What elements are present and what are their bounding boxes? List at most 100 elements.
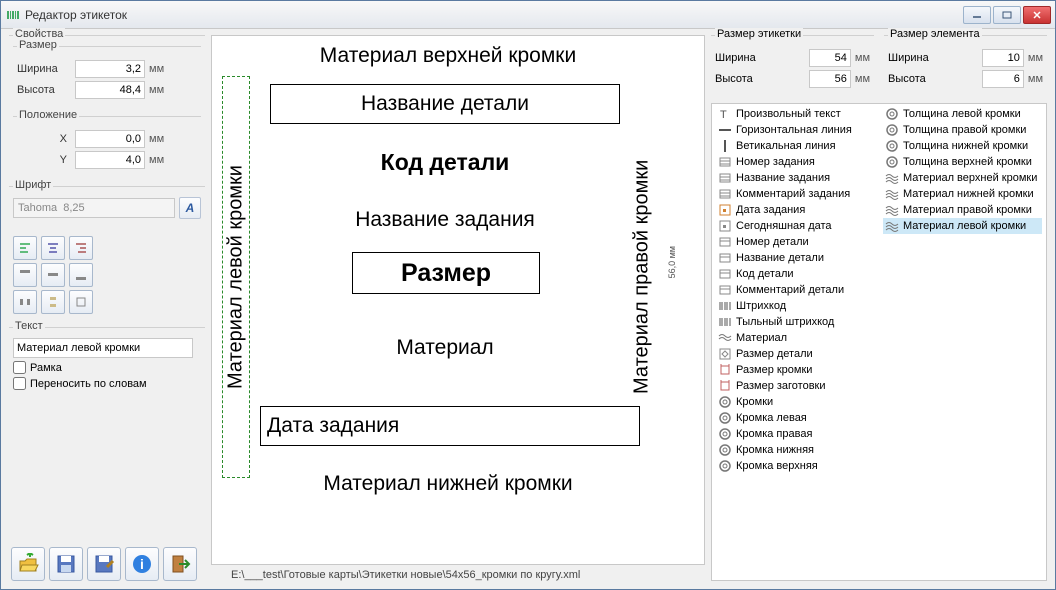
frame-label: Рамка — [30, 362, 62, 374]
palette-item[interactable]: Материал левой кромки — [883, 218, 1042, 234]
palette-item[interactable]: Размер заготовки — [716, 378, 875, 394]
palette-label: Тыльный штрихкод — [736, 316, 834, 328]
label-height-input[interactable] — [809, 70, 851, 88]
palette-item[interactable]: Сегодняшная дата — [716, 218, 875, 234]
palette-item[interactable]: Материал — [716, 330, 875, 346]
properties-panel: Свойства Размер Ширина мм Высота мм — [9, 35, 205, 581]
height-input[interactable] — [75, 81, 145, 99]
palette-item[interactable]: Материал правой кромки — [883, 202, 1042, 218]
left-edge-element[interactable]: Материал левой кромки — [222, 76, 250, 478]
ruler-label: 56,0 мм — [667, 246, 677, 278]
label-width-input[interactable] — [809, 49, 851, 67]
right-edge-element[interactable]: Материал правой кромки — [628, 76, 656, 478]
y-label: Y — [17, 154, 75, 166]
palette-item[interactable]: Кромка левая — [716, 410, 875, 426]
exit-button[interactable] — [163, 547, 197, 581]
align-right-button[interactable] — [69, 236, 93, 260]
valign-top-button[interactable] — [13, 263, 37, 287]
palette-item[interactable]: Материал верхней кромки — [883, 170, 1042, 186]
maximize-button[interactable] — [993, 6, 1021, 24]
palette-item[interactable]: Кромка правая — [716, 426, 875, 442]
palette-item[interactable]: Кромка нижняя — [716, 442, 875, 458]
close-button[interactable] — [1023, 6, 1051, 24]
valign-middle-button[interactable] — [41, 263, 65, 287]
x-input[interactable] — [75, 130, 145, 148]
job-date-element[interactable]: Дата задания — [260, 406, 640, 446]
main-window: Редактор этикеток Свойства Размер Ширина… — [0, 0, 1056, 590]
minimize-button[interactable] — [963, 6, 991, 24]
top-edge-element[interactable]: Материал верхней кромки — [248, 44, 648, 68]
palette-item[interactable]: Кромки — [716, 394, 875, 410]
palette-icon — [718, 427, 732, 441]
text-input[interactable] — [13, 338, 193, 358]
palette-item[interactable]: Название детали — [716, 250, 875, 266]
palette-item[interactable]: Номер детали — [716, 234, 875, 250]
palette-item[interactable]: Дата задания — [716, 202, 875, 218]
palette-item[interactable]: Ветикальная линия — [716, 138, 875, 154]
size-element[interactable]: Размер — [352, 252, 540, 294]
palette-item[interactable]: Толщина правой кромки — [883, 122, 1042, 138]
palette-item[interactable]: TПроизвольный текст — [716, 106, 875, 122]
save-as-button[interactable] — [87, 547, 121, 581]
save-button[interactable] — [49, 547, 83, 581]
job-name-element[interactable]: Название задания — [270, 208, 620, 232]
palette-item[interactable]: Комментарий задания — [716, 186, 875, 202]
window-title: Редактор этикеток — [25, 8, 963, 22]
part-code-element[interactable]: Код детали — [270, 149, 620, 176]
position-legend: Положение — [17, 109, 79, 121]
distribute-v-button[interactable] — [41, 290, 65, 314]
label-size-legend: Размер этикетки — [715, 28, 803, 40]
font-button[interactable]: A — [179, 197, 201, 219]
palette-item[interactable]: Толщина левой кромки — [883, 106, 1042, 122]
palette-label: Кромки — [736, 396, 773, 408]
open-button[interactable] — [11, 547, 45, 581]
info-button[interactable]: i — [125, 547, 159, 581]
palette-item[interactable]: Код детали — [716, 266, 875, 282]
palette-item[interactable]: Тыльный штрихкод — [716, 314, 875, 330]
palette-item[interactable]: Название задания — [716, 170, 875, 186]
palette-item[interactable]: Номер задания — [716, 154, 875, 170]
label-canvas[interactable]: Материал верхней кромки Название детали … — [211, 35, 705, 565]
y-input[interactable] — [75, 151, 145, 169]
align-center-button[interactable] — [41, 236, 65, 260]
material-element[interactable]: Материал — [270, 336, 620, 360]
palette-label: Произвольный текст — [736, 108, 841, 120]
element-height-label: Высота — [888, 73, 982, 85]
titlebar: Редактор этикеток — [1, 1, 1055, 29]
frame-checkbox[interactable] — [13, 361, 26, 374]
palette-item[interactable]: Размер кромки — [716, 362, 875, 378]
palette-label: Ветикальная линия — [736, 140, 836, 152]
y-unit: мм — [149, 154, 173, 166]
valign-bottom-button[interactable] — [69, 263, 93, 287]
canvas-panel: Материал верхней кромки Название детали … — [211, 35, 705, 581]
palette-icon — [885, 155, 899, 169]
palette-item[interactable]: Материал нижней кромки — [883, 186, 1042, 202]
palette-item[interactable]: Горизонтальная линия — [716, 122, 875, 138]
palette-icon — [885, 123, 899, 137]
part-name-element[interactable]: Название детали — [270, 84, 620, 124]
element-width-input[interactable] — [982, 49, 1024, 67]
element-height-input[interactable] — [982, 70, 1024, 88]
palette-label: Толщина нижней кромки — [903, 140, 1028, 152]
palette-label: Комментарий детали — [736, 284, 844, 296]
palette-item[interactable]: Штрихкод — [716, 298, 875, 314]
palette-item[interactable]: Толщина верхней кромки — [883, 154, 1042, 170]
text-legend: Текст — [13, 320, 45, 332]
palette-item[interactable]: Комментарий детали — [716, 282, 875, 298]
palette-item[interactable]: Размер детали — [716, 346, 875, 362]
wrap-checkbox[interactable] — [13, 377, 26, 390]
align-left-button[interactable] — [13, 236, 37, 260]
width-input[interactable] — [75, 60, 145, 78]
palette-item[interactable]: Толщина нижней кромки — [883, 138, 1042, 154]
bottom-edge-element[interactable]: Материал нижней кромки — [248, 472, 648, 496]
palette-item[interactable]: Кромка верхняя — [716, 458, 875, 474]
palette-icon — [718, 235, 732, 249]
size-legend: Размер — [17, 39, 59, 51]
width-unit: мм — [149, 63, 173, 75]
distribute-h-button[interactable] — [13, 290, 37, 314]
element-size-legend: Размер элемента — [888, 28, 982, 40]
palette-label: Название детали — [736, 252, 824, 264]
palette-label: Размер кромки — [736, 364, 812, 376]
palette-icon — [718, 219, 732, 233]
spacing-button[interactable] — [69, 290, 93, 314]
